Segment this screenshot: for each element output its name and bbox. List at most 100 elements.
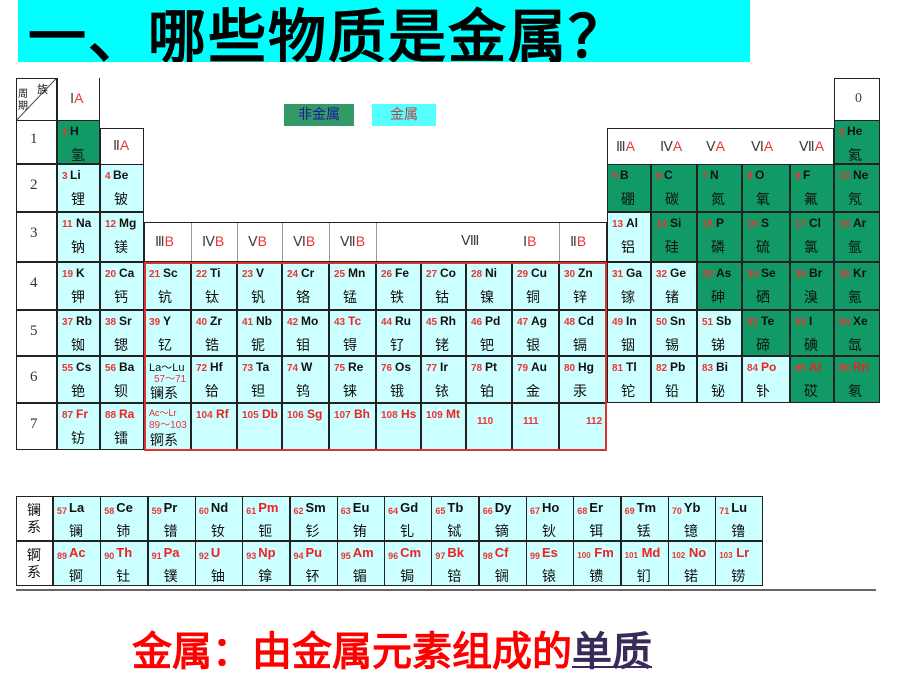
element-cell-mn[interactable]: 25 Mn 锰	[329, 262, 376, 310]
element-cell-p[interactable]: 15 P 磷	[697, 212, 742, 262]
element-cell-eu[interactable]: 63 Eu 铕	[336, 496, 385, 541]
element-cell-ba[interactable]: 56 Ba 钡	[100, 356, 144, 403]
element-cell-ru[interactable]: 44 Ru 钌	[376, 310, 421, 356]
element-cell-hf[interactable]: 72 Hf 铪	[191, 356, 237, 403]
element-cell-ir[interactable]: 77 Ir 铱	[421, 356, 466, 403]
element-cell-po[interactable]: 84 Po 钋	[742, 356, 790, 403]
element-cell-u[interactable]: 92 U 铀	[194, 541, 243, 586]
element-cell-fe[interactable]: 26 Fe 铁	[376, 262, 421, 310]
element-cell-in[interactable]: 49 In 铟	[607, 310, 651, 356]
element-cell-al[interactable]: 13 Al 铝	[607, 212, 651, 262]
element-cell-ce[interactable]: 58 Ce 铈	[100, 496, 149, 541]
element-cell-cm[interactable]: 96 Cm 锔	[384, 541, 433, 586]
element-cell-sc[interactable]: 21 Sc 钪	[144, 262, 191, 310]
element-cell-tm[interactable]: 69 Tm 铥	[620, 496, 669, 541]
element-cell-nd[interactable]: 60 Nd 钕	[194, 496, 243, 541]
element-cell-mt[interactable]: 109 Mt	[421, 403, 466, 450]
element-cell-re[interactable]: 75 Re 铼	[329, 356, 376, 403]
element-cell-gd[interactable]: 64 Gd 钆	[384, 496, 433, 541]
element-cell-zr[interactable]: 40 Zr 锆	[191, 310, 237, 356]
element-cell-dy[interactable]: 66 Dy 镝	[478, 496, 527, 541]
element-cell-o[interactable]: 8O氧	[742, 164, 790, 212]
element-cell-br[interactable]: 35 Br 溴	[790, 262, 834, 310]
element-cell-os[interactable]: 76 Os 锇	[376, 356, 421, 403]
element-cell-ag[interactable]: 47 Ag 银	[512, 310, 559, 356]
element-cell-tc[interactable]: 43 Tc 锝	[329, 310, 376, 356]
element-cell-sn[interactable]: 50 Sn 锡	[651, 310, 697, 356]
element-cell-rn[interactable]: 86 Rn 氡	[834, 356, 880, 403]
element-cell-at[interactable]: 85 At 砹	[790, 356, 834, 403]
element-cell-cl[interactable]: 17 Cl 氯	[790, 212, 834, 262]
element-cell-cs[interactable]: 55 Cs 铯	[57, 356, 100, 403]
element-cell-am[interactable]: 95 Am 镅	[336, 541, 385, 586]
element-cell-ca[interactable]: 20 Ca 钙	[100, 262, 144, 310]
element-cell-er[interactable]: 68 Er 铒	[573, 496, 622, 541]
element-cell-sm[interactable]: 62 Sm 钐	[289, 496, 338, 541]
element-cell-ni[interactable]: 28 Ni 镍	[466, 262, 512, 310]
element-cell-i[interactable]: 53 I 碘	[790, 310, 834, 356]
element-cell-pd[interactable]: 46 Pd 钯	[466, 310, 512, 356]
element-cell-aclr[interactable]: Ac～Lr 89～103 锕系	[144, 403, 191, 450]
element-cell-ta[interactable]: 73 Ta 钽	[237, 356, 282, 403]
element-cell-na[interactable]: 11 Na 钠	[57, 212, 100, 262]
element-cell-k[interactable]: 19 K 钾	[57, 262, 100, 310]
element-cell-ac[interactable]: 89 Ac 锕	[53, 541, 101, 586]
element-cell-bk[interactable]: 97 Bk 锫	[431, 541, 480, 586]
element-cell-au[interactable]: 79 Au 金	[512, 356, 559, 403]
element-cell-ho[interactable]: 67 Ho 钬	[526, 496, 574, 541]
element-cell-rb[interactable]: 37 Rb 铷	[57, 310, 100, 356]
element-cell-hs[interactable]: 108 Hs	[376, 403, 421, 450]
element-cell-cd[interactable]: 48 Cd 镉	[559, 310, 607, 356]
element-cell-tl[interactable]: 81 Tl 铊	[607, 356, 651, 403]
element-cell-ge[interactable]: 32 Ge 锗	[651, 262, 697, 310]
element-cell-lu[interactable]: 71 Lu 镥	[715, 496, 764, 541]
element-cell-bh[interactable]: 107 Bh	[329, 403, 376, 450]
element-cell-ti[interactable]: 22 Ti 钛	[191, 262, 237, 310]
element-cell-sr[interactable]: 38 Sr 锶	[100, 310, 144, 356]
element-cell-ga[interactable]: 31 Ga 镓	[607, 262, 651, 310]
element-cell-ne[interactable]: 10 Ne 氖	[834, 164, 880, 212]
element-cell-no[interactable]: 102 No 锘	[667, 541, 716, 586]
element-cell-rh[interactable]: 45 Rh 铑	[421, 310, 466, 356]
element-cell-111[interactable]: 111	[512, 403, 559, 450]
element-cell-s[interactable]: 16 S 硫	[742, 212, 790, 262]
element-cell-cr[interactable]: 24 Cr 铬	[282, 262, 329, 310]
element-cell-nb[interactable]: 41 Nb 铌	[237, 310, 282, 356]
element-cell-bi[interactable]: 83 Bi 铋	[697, 356, 742, 403]
element-cell-kr[interactable]: 36 Kr 氪	[834, 262, 880, 310]
element-cell-mg[interactable]: 12 Mg 镁	[100, 212, 144, 262]
element-cell-se[interactable]: 34 Se 硒	[742, 262, 790, 310]
element-cell-w[interactable]: 74 W 钨	[282, 356, 329, 403]
element-cell-es[interactable]: 99 Es 锿	[526, 541, 574, 586]
element-cell-mo[interactable]: 42 Mo 钼	[282, 310, 329, 356]
element-cell-te[interactable]: 52 Te 碲	[742, 310, 790, 356]
element-cell-lr[interactable]: 103 Lr 铹	[715, 541, 764, 586]
element-cell-sb[interactable]: 51 Sb 锑	[697, 310, 742, 356]
element-cell-c[interactable]: 6C碳	[651, 164, 697, 212]
element-cell-n[interactable]: 7N氮	[697, 164, 742, 212]
element-cell-pr[interactable]: 59 Pr 镨	[147, 496, 196, 541]
element-cell-tb[interactable]: 65 Tb 铽	[431, 496, 480, 541]
element-cell-110[interactable]: 110	[466, 403, 512, 450]
element-cell-cu[interactable]: 29 Cu 铜	[512, 262, 559, 310]
element-cell-sg[interactable]: 106 Sg	[282, 403, 329, 450]
element-cell-lalu[interactable]: La～Lu 57～71 镧系	[144, 356, 191, 403]
element-cell-be[interactable]: 4 Be 铍	[100, 164, 144, 212]
element-cell-he[interactable]: 2 He 氦	[834, 120, 880, 164]
element-cell-as[interactable]: 33 As 砷	[697, 262, 742, 310]
element-cell-y[interactable]: 39 Y 钇	[144, 310, 191, 356]
element-cell-pu[interactable]: 94 Pu 钚	[289, 541, 338, 586]
element-cell-xe[interactable]: 54 Xe 氙	[834, 310, 880, 356]
element-cell-pa[interactable]: 91 Pa 镤	[147, 541, 196, 586]
element-cell-fm[interactable]: 100 Fm 镄	[573, 541, 622, 586]
element-cell-co[interactable]: 27 Co 钴	[421, 262, 466, 310]
element-cell-rf[interactable]: 104 Rf	[191, 403, 237, 450]
element-cell-hg[interactable]: 80 Hg 汞	[559, 356, 607, 403]
element-cell-112[interactable]: 112	[559, 403, 607, 450]
element-cell-ar[interactable]: 18 Ar 氩	[834, 212, 880, 262]
element-cell-db[interactable]: 105 Db	[237, 403, 282, 450]
element-cell-si[interactable]: 14 Si 硅	[651, 212, 697, 262]
element-cell-pm[interactable]: 61 Pm 钷	[242, 496, 291, 541]
element-cell-cf[interactable]: 98 Cf 锎	[478, 541, 527, 586]
element-cell-li[interactable]: 3 Li 锂	[57, 164, 100, 212]
